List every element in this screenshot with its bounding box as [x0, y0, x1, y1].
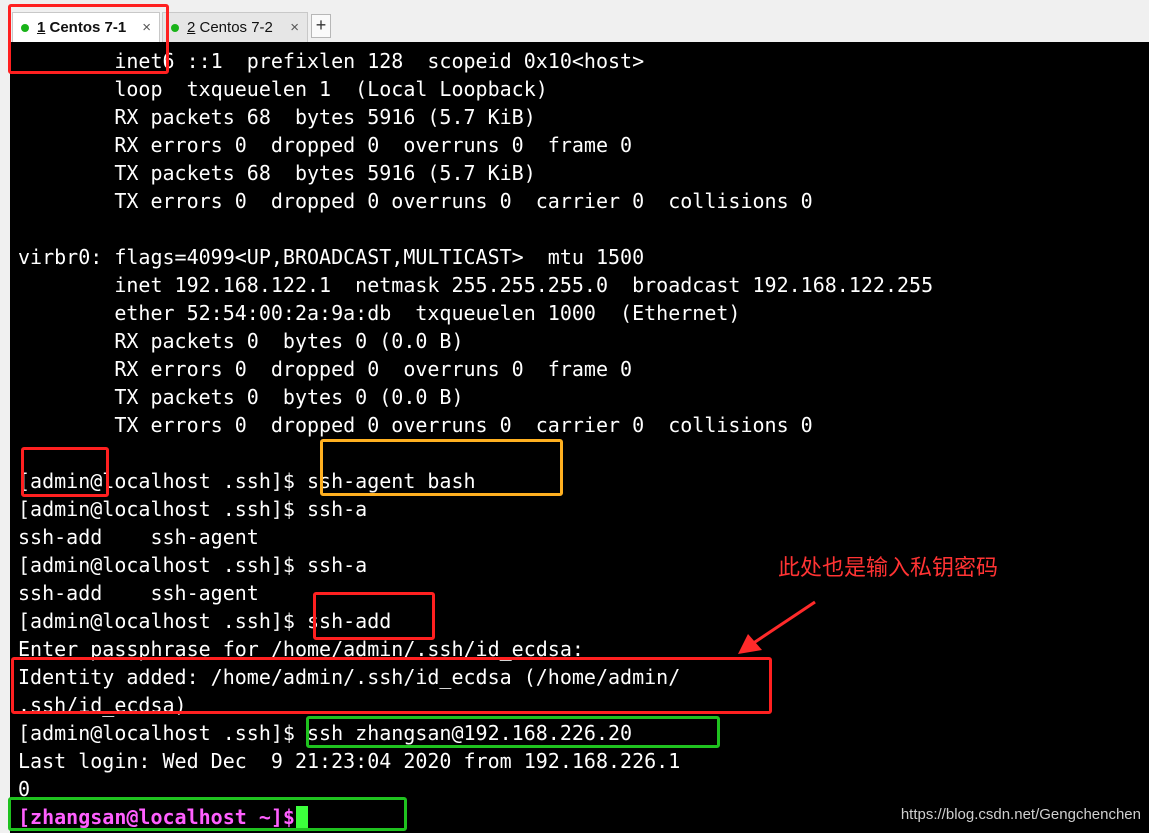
watermark: https://blog.csdn.net/Gengchenchen	[900, 806, 1141, 823]
annotation-note: 此处也是输入私钥密码	[778, 556, 999, 581]
annotation-arrow	[738, 600, 816, 654]
